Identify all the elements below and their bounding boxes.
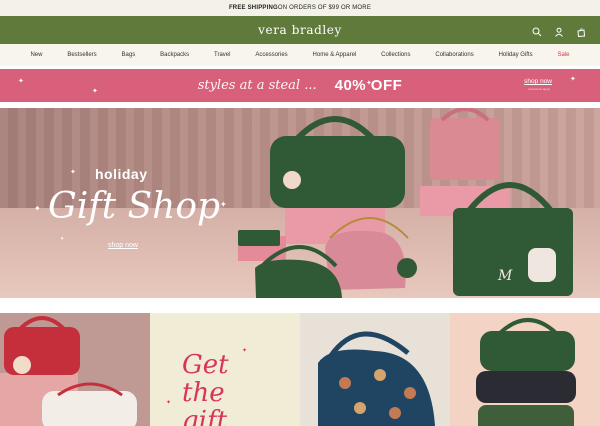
nav-item-home-apparel[interactable]: Home & Apparel (313, 52, 357, 58)
tile-headline: Get the gift (182, 351, 229, 426)
sparkle-icon: ✦ (70, 169, 76, 176)
hero-title: Gift Shop (48, 186, 221, 227)
sparkle-icon: ✦ (92, 88, 98, 95)
hero-kicker: holiday (95, 166, 148, 182)
red-quilted-bags-image (0, 313, 150, 426)
main-nav: New Bestsellers Bags Backpacks Travel Ac… (0, 44, 600, 66)
sparkle-icon: ✦ (570, 76, 576, 83)
tile-get-the-gift[interactable]: ✦ ✦ Get the gift (150, 313, 300, 426)
nav-item-bags[interactable]: Bags (122, 52, 136, 58)
nav-item-collections[interactable]: Collections (381, 52, 410, 58)
tile-red-bags[interactable] (0, 313, 150, 426)
tile-stacked-bags[interactable] (450, 313, 600, 426)
sparkle-icon: ✦ (366, 80, 372, 87)
brand-logo[interactable]: vera bradley (258, 23, 342, 37)
teddy-print-tote-image (318, 331, 435, 426)
tile-headline-line1: Get (182, 350, 229, 380)
nav-item-collaborations[interactable]: Collaborations (435, 52, 473, 58)
shipping-banner-bold: FREE SHIPPING (228, 5, 278, 11)
shipping-banner: FREE SHIPPING ON ORDERS OF $99 OR MORE (0, 0, 600, 16)
hero-shop-now-link[interactable]: shop now (108, 242, 138, 249)
hero-banner[interactable]: ✦ ✦ ✦ ✦ holiday Gift Shop shop now M (0, 108, 600, 298)
shipping-banner-text: ON ORDERS OF $99 OR MORE (277, 5, 372, 11)
sparkle-icon: ✦ (34, 204, 41, 213)
promo-banner[interactable]: ✦ ✦ ✦ ✦ styles at a steal ... 40% OFF sh… (0, 69, 600, 102)
promo-cta-subtext: exclusions apply (527, 87, 550, 91)
site-header: vera bradley (0, 16, 600, 44)
monogram-text: M (498, 268, 513, 284)
bag-icon[interactable] (576, 24, 586, 38)
sparkle-icon: ✦ (166, 400, 172, 406)
category-tiles: ✦ ✦ Get the gift (0, 313, 600, 426)
nav-item-backpacks[interactable]: Backpacks (160, 52, 189, 58)
sparkle-icon: ✦ (18, 78, 24, 85)
promo-shop-now-link[interactable]: shop now (524, 78, 552, 85)
tile-teddy-tote[interactable] (300, 313, 450, 426)
nav-item-accessories[interactable]: Accessories (255, 52, 287, 58)
nav-item-sale[interactable]: Sale (557, 52, 569, 58)
nav-item-holiday-gifts[interactable]: Holiday Gifts (499, 52, 533, 58)
stacked-bags-image (476, 318, 576, 426)
tile-headline-line2: the (182, 378, 225, 408)
sparkle-icon: ✦ (60, 236, 65, 242)
nav-item-new[interactable]: New (30, 52, 42, 58)
sparkle-icon: ✦ (242, 348, 248, 354)
tile-headline-line3: gift (182, 406, 228, 426)
promo-script-text: styles at a steal ... (197, 78, 317, 93)
sparkle-icon: ✦ (220, 200, 227, 209)
search-icon[interactable] (532, 24, 542, 37)
nav-item-travel[interactable]: Travel (214, 52, 230, 58)
account-icon[interactable] (554, 24, 564, 37)
nav-item-bestsellers[interactable]: Bestsellers (67, 52, 96, 58)
